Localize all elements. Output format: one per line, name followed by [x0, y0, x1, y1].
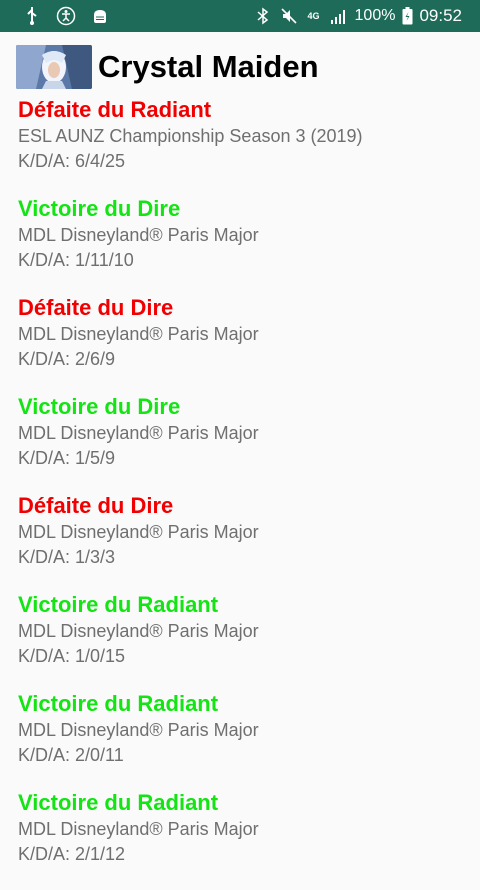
match-kda: K/D/A: 1/0/15 — [18, 646, 126, 666]
match-kda: K/D/A: 1/5/9 — [18, 448, 116, 468]
match-result: Défaite du Radiant — [18, 97, 212, 122]
hero-header: Crystal Maiden — [0, 40, 480, 94]
status-bar-left — [20, 4, 122, 28]
match-kda: K/D/A: 1/11/10 — [18, 250, 134, 270]
match-list-item[interactable]: Défaite du Radiant ESL AUNZ Championship … — [18, 96, 480, 195]
network-type-icon: 4G — [305, 6, 323, 26]
android-debug-icon — [88, 4, 112, 28]
match-kda: K/D/A: 2/1/12 — [18, 844, 126, 864]
mute-icon — [279, 6, 299, 26]
usb-icon — [20, 4, 44, 28]
match-list-item[interactable]: Victoire du Radiant MDL Disneyland® Paris… — [18, 690, 480, 789]
match-event: MDL Disneyland® Paris Major — [18, 819, 259, 839]
signal-icon — [329, 6, 349, 26]
match-result: Défaite du Dire — [18, 493, 174, 518]
match-result: Victoire du Radiant — [18, 790, 219, 815]
match-event: MDL Disneyland® Paris Major — [18, 720, 259, 740]
match-list: Défaite du Radiant ESL AUNZ Championship … — [0, 96, 480, 888]
match-event: MDL Disneyland® Paris Major — [18, 324, 259, 344]
match-kda: K/D/A: 6/4/25 — [18, 151, 126, 171]
clock: 09:52 — [419, 6, 462, 25]
match-list-item[interactable]: Victoire du Dire MDL Disneyland® Paris Ma… — [18, 393, 480, 492]
status-bar: 4G 100% 09:52 — [0, 0, 480, 32]
status-bar-right: 4G 100% 09:52 — [247, 6, 462, 26]
network-type-label: 4G — [307, 10, 320, 21]
match-result: Victoire du Radiant — [18, 592, 219, 617]
accessibility-icon — [54, 4, 78, 28]
match-result: Victoire du Dire — [18, 196, 181, 221]
match-result: Victoire du Dire — [18, 394, 181, 419]
battery-percent: 100% — [354, 7, 396, 24]
match-kda: K/D/A: 2/0/11 — [18, 745, 124, 765]
match-event: ESL AUNZ Championship Season 3 (2019) — [18, 126, 363, 146]
match-kda: K/D/A: 1/3/3 — [18, 547, 116, 567]
page-title: Crystal Maiden — [98, 49, 319, 84]
match-list-item[interactable]: Défaite du Dire MDL Disneyland® Paris Maj… — [18, 492, 480, 591]
bluetooth-icon — [253, 6, 273, 26]
battery-icon — [401, 6, 413, 26]
match-kda: K/D/A: 2/6/9 — [18, 349, 116, 369]
hero-avatar — [16, 45, 92, 89]
match-list-item[interactable]: Défaite du Dire MDL Disneyland® Paris Maj… — [18, 294, 480, 393]
match-result: Victoire du Radiant — [18, 691, 219, 716]
match-list-item[interactable]: Victoire du Dire MDL Disneyland® Paris Ma… — [18, 195, 480, 294]
match-event: MDL Disneyland® Paris Major — [18, 423, 259, 443]
match-event: MDL Disneyland® Paris Major — [18, 522, 259, 542]
match-list-item[interactable]: Victoire du Radiant MDL Disneyland® Paris… — [18, 789, 480, 888]
match-event: MDL Disneyland® Paris Major — [18, 225, 259, 245]
match-result: Défaite du Dire — [18, 295, 174, 320]
match-event: MDL Disneyland® Paris Major — [18, 621, 259, 641]
match-list-item[interactable]: Victoire du Radiant MDL Disneyland® Paris… — [18, 591, 480, 690]
